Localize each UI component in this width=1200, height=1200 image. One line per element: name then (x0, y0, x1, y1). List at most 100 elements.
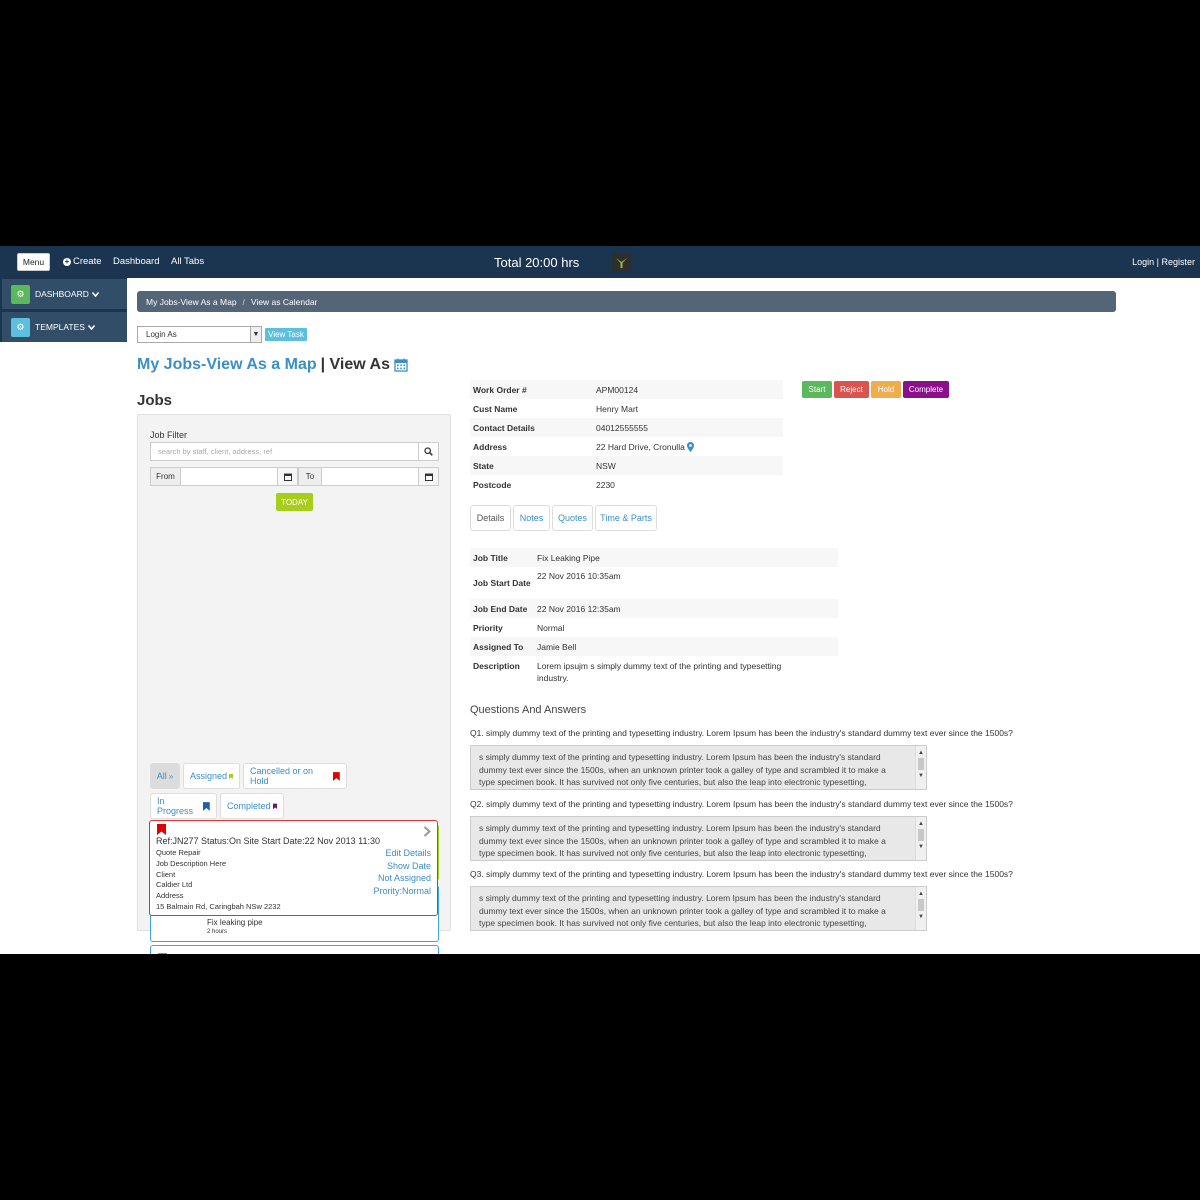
view-task-button[interactable]: View Task (265, 328, 307, 341)
to-calendar-button[interactable] (419, 467, 439, 486)
scrollbar[interactable]: ▲ ▼ (915, 817, 926, 860)
all-tabs-link[interactable]: All Tabs (171, 256, 204, 267)
address-value: 15 Balmain Rd, Caringbah NSw 2232 (156, 901, 281, 911)
scroll-down-icon[interactable]: ▼ (918, 911, 924, 924)
detail-row: Description Lorem ipsujm s simply dummy t… (470, 656, 838, 686)
to-date-input[interactable] (322, 467, 419, 486)
scrollbar[interactable]: ▲ ▼ (915, 887, 926, 930)
scroll-down-icon[interactable]: ▼ (918, 841, 924, 854)
sidebar-item-dashboard[interactable]: ⚙ DASHBOARD (2, 279, 127, 309)
detail-row: Job Start Date 22 Nov 2016 10:35am (470, 567, 838, 599)
tab-details[interactable]: Details (470, 505, 511, 531)
scroll-thumb[interactable] (918, 758, 924, 770)
question-text: Q3. simply dummy text of the printing an… (470, 869, 1013, 879)
client-name: Caldier Ltd (156, 880, 193, 890)
jobs-heading: Jobs (137, 392, 173, 409)
to-date-group: To (298, 467, 439, 486)
detail-key: Description (473, 661, 520, 671)
scroll-down-icon[interactable]: ▼ (918, 770, 924, 783)
search-button[interactable] (418, 442, 439, 461)
filter-all-button[interactable]: All » (150, 763, 180, 789)
login-as-select[interactable]: Login As ▼ (137, 326, 262, 343)
job-detail-lines: Quote Repair Job Description Here Client… (156, 848, 281, 913)
priority-link[interactable]: Prority:Normal (373, 885, 431, 898)
hold-button[interactable]: Hold (871, 381, 901, 398)
gear-icon: ⚙ (11, 317, 30, 337)
tab-time-parts[interactable]: Time & Parts (595, 505, 657, 531)
client-label: Client (156, 869, 176, 879)
start-button[interactable]: Start (802, 381, 832, 398)
filter-cancelled-button[interactable]: Cancelled or on Hold (243, 763, 347, 789)
job-search-input[interactable]: search by staff, client, address, ref (150, 442, 419, 461)
app-window: Menu + Create Dashboard All Tabs Total 2… (0, 246, 1200, 954)
scrollbar[interactable]: ▲ ▼ (915, 746, 926, 789)
info-row: Work Order # APM00124 (470, 380, 783, 399)
dashboard-link[interactable]: Dashboard (113, 256, 159, 267)
breadcrumb-item-map[interactable]: My Jobs-View As a Map (146, 297, 237, 307)
reject-button[interactable]: Reject (834, 381, 869, 398)
address-label: Address (156, 891, 184, 901)
info-key: Address (473, 441, 508, 452)
sidebar-item-templates[interactable]: ⚙ TEMPLATES (2, 312, 127, 342)
breadcrumb-item-calendar[interactable]: View as Calendar (251, 297, 317, 307)
bookmark-icon (272, 803, 277, 809)
menu-button[interactable]: Menu (17, 253, 50, 271)
question-text: Q1. simply dummy text of the printing an… (470, 728, 1013, 738)
filter-label: In Progress (157, 796, 194, 816)
chevron-right-icon[interactable] (423, 826, 431, 837)
answer-textarea[interactable]: s simply dummy text of the printing and … (470, 745, 927, 790)
qa-heading: Questions And Answers (470, 704, 587, 716)
detail-row: Priority Normal (470, 618, 838, 637)
bookmark-icon (333, 771, 340, 781)
job-description: Fix leaking pipe (207, 918, 263, 927)
page-title-rest: | View As (320, 356, 391, 373)
info-value: Henry Mart (596, 403, 639, 414)
filter-in-progress-button[interactable]: In Progress (150, 793, 217, 819)
edit-details-link[interactable]: Edit Details (373, 847, 431, 860)
show-date-link[interactable]: Show Date (373, 860, 431, 873)
job-ref-line: Ref:JN277 Status:On Site Start Date:22 N… (156, 836, 380, 846)
job-card[interactable]: In ProgressJohn Brand-3 Core Technologie… (150, 945, 439, 954)
tab-quotes[interactable]: Quotes (552, 505, 593, 531)
complete-button[interactable]: Complete (903, 381, 949, 398)
page-title-link[interactable]: My Jobs-View As a Map (137, 356, 317, 374)
info-value-address: 22 Hard Drive, Cronulla (596, 441, 783, 452)
info-value: APM00124 (596, 384, 639, 395)
detail-key: Priority (473, 622, 503, 633)
map-marker-icon[interactable] (686, 441, 694, 452)
scroll-thumb[interactable] (918, 829, 924, 841)
detail-tabs: Details Notes Quotes Time & Parts (470, 505, 657, 532)
info-row: Address 22 Hard Drive, Cronulla (470, 437, 783, 456)
today-button[interactable]: TODAY (276, 493, 313, 511)
info-key: Cust Name (473, 403, 518, 414)
page-title: My Jobs-View As a Map | View As (137, 356, 408, 374)
detail-row: Job Title Fix Leaking Pipe (470, 548, 838, 567)
filter-assigned-button[interactable]: Assigned (183, 763, 240, 789)
tab-notes[interactable]: Notes (513, 505, 550, 531)
from-date-input[interactable] (181, 467, 278, 486)
detail-value: 22 Nov 2016 12:35am (537, 603, 621, 614)
calendar-icon (424, 473, 433, 481)
sidebar: ⚙ DASHBOARD ⚙ TEMPLATES (0, 278, 127, 342)
detail-row: Assigned To Jamie Bell (470, 637, 838, 656)
not-assigned-link[interactable]: Not Assigned (373, 872, 431, 885)
answer-textarea[interactable]: s simply dummy text of the printing and … (470, 886, 927, 931)
job-detail-card[interactable]: Ref:JN277 Status:On Site Start Date:22 N… (149, 820, 438, 916)
calendar-icon[interactable] (394, 358, 408, 372)
login-register-link[interactable]: Login | Register (1132, 257, 1195, 267)
chevron-down-icon (91, 289, 99, 299)
filter-completed-button[interactable]: Completed (220, 793, 284, 819)
create-link[interactable]: + Create (63, 256, 102, 267)
job-detail-links: Edit Details Show Date Not Assigned Pror… (373, 847, 431, 897)
sidebar-item-label: DASHBOARD (35, 289, 89, 299)
answer-textarea[interactable]: s simply dummy text of the printing and … (470, 816, 927, 861)
from-label: From (150, 467, 181, 486)
info-row: Cust Name Henry Mart (470, 399, 783, 418)
answer-text: s simply dummy text of the printing and … (479, 893, 886, 929)
bookmark-icon (229, 773, 233, 779)
total-hours: Total 20:00 hrs (494, 255, 580, 270)
scroll-thumb[interactable] (918, 899, 924, 911)
info-value: 2230 (596, 479, 615, 490)
info-key: Postcode (473, 479, 512, 490)
from-calendar-button[interactable] (278, 467, 298, 486)
